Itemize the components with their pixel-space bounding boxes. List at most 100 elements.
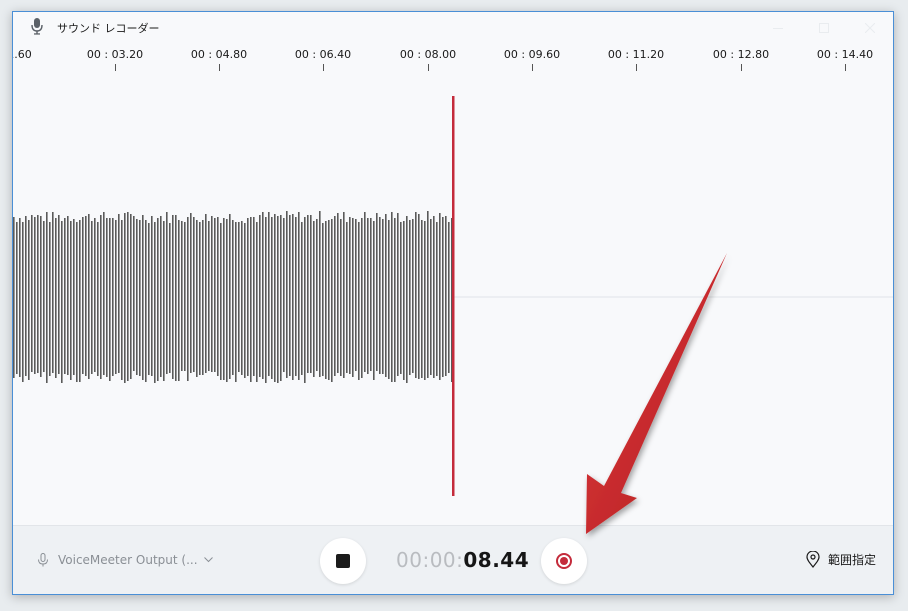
waveform-bar bbox=[241, 221, 243, 375]
waveform-bar bbox=[436, 222, 438, 376]
timer-value: 08.44 bbox=[463, 548, 530, 572]
waveform-bar bbox=[262, 212, 264, 379]
waveform-bar bbox=[445, 216, 447, 376]
tick-mark bbox=[218, 64, 220, 71]
waveform-bar bbox=[76, 222, 78, 382]
timeline-tick: 00 : 03.20 bbox=[70, 48, 160, 71]
waveform-bar bbox=[106, 218, 108, 377]
waveform-bar bbox=[19, 218, 21, 377]
stop-icon bbox=[336, 554, 350, 568]
waveform-bar bbox=[379, 217, 381, 374]
waveform-bar bbox=[208, 221, 210, 371]
waveform-bar bbox=[361, 218, 363, 378]
waveform-bar bbox=[238, 222, 240, 372]
tick-mark bbox=[427, 64, 429, 71]
waveform-bar bbox=[301, 222, 303, 375]
waveform-bar bbox=[169, 223, 171, 373]
waveform-bar bbox=[115, 220, 117, 374]
waveform-bar bbox=[25, 216, 27, 376]
close-button[interactable] bbox=[847, 12, 893, 44]
waveform-bar bbox=[322, 223, 324, 376]
playhead[interactable] bbox=[452, 96, 455, 496]
waveform-bar bbox=[247, 218, 249, 376]
waveform-bar bbox=[337, 213, 339, 373]
waveform-bar bbox=[295, 217, 297, 376]
tick-label: 00 : 14.40 bbox=[816, 48, 874, 61]
waveform-bar bbox=[433, 216, 435, 378]
app-title: サウンド レコーダー bbox=[57, 22, 160, 35]
waveform-bar bbox=[289, 215, 291, 376]
waveform-bar bbox=[118, 214, 120, 373]
maximize-button[interactable] bbox=[801, 12, 847, 44]
timeline-tick: 00 : 06.40 bbox=[278, 48, 368, 71]
waveform-bar bbox=[274, 214, 276, 382]
waveform-bar bbox=[358, 222, 360, 380]
input-device-selector[interactable]: VoiceMeeter Output (... bbox=[37, 553, 213, 567]
mark-range-button[interactable]: 範囲指定 bbox=[806, 551, 876, 568]
stop-button[interactable] bbox=[320, 538, 366, 584]
waveform-bar bbox=[22, 222, 24, 382]
minimize-icon bbox=[773, 28, 783, 29]
waveform-bar bbox=[58, 215, 60, 374]
waveform-bar bbox=[418, 214, 420, 379]
waveform-bar bbox=[46, 212, 48, 383]
waveform-bar bbox=[331, 219, 333, 382]
waveform-bar bbox=[28, 220, 30, 380]
minimize-button[interactable] bbox=[755, 12, 801, 44]
microphone-icon bbox=[38, 553, 48, 567]
waveform-bar bbox=[184, 222, 186, 371]
waveform-bar bbox=[133, 216, 135, 371]
waveform-bar bbox=[157, 218, 159, 381]
waveform-bar bbox=[100, 215, 102, 379]
timeline-ruler[interactable]: 01.60 00 : 03.20 00 : 04.80 00 : 06.40 0… bbox=[13, 48, 893, 88]
waveform-bar bbox=[304, 217, 306, 383]
waveform-bar bbox=[307, 215, 309, 373]
waveform-bar bbox=[439, 213, 441, 380]
waveform-bar bbox=[427, 211, 429, 378]
waveform-bar bbox=[373, 221, 375, 380]
control-bar: VoiceMeeter Output (... 00:00:08.44 範囲指定 bbox=[13, 525, 893, 594]
chevron-down-icon bbox=[203, 557, 213, 563]
waveform-bar bbox=[55, 218, 57, 378]
waveform-bar bbox=[82, 217, 84, 374]
waveform-bar bbox=[187, 217, 189, 381]
waveform-bar bbox=[316, 219, 318, 371]
waveform-bar bbox=[292, 214, 294, 380]
waveform-bar bbox=[151, 216, 153, 376]
record-dot bbox=[560, 557, 568, 565]
waveform-bar bbox=[121, 220, 123, 380]
waveform-bar bbox=[397, 213, 399, 376]
waveform-bar bbox=[286, 211, 288, 378]
waveform-bar bbox=[370, 218, 372, 371]
waveform-bar bbox=[217, 217, 219, 376]
mark-range-label: 範囲指定 bbox=[827, 553, 876, 567]
waveform-bar bbox=[388, 220, 390, 379]
waveform-bar bbox=[250, 217, 252, 382]
waveform-bar bbox=[400, 222, 402, 374]
waveform-bar bbox=[253, 217, 255, 376]
waveform-bar bbox=[448, 222, 450, 373]
waveform-bar bbox=[124, 213, 126, 383]
waveform-bar bbox=[211, 216, 213, 372]
waveform-bar bbox=[61, 221, 63, 383]
waveform-bar bbox=[313, 221, 315, 377]
waveform-bar bbox=[364, 212, 366, 372]
waveform-bar bbox=[13, 217, 15, 378]
tick-label: 00 : 12.80 bbox=[712, 48, 770, 61]
window-controls bbox=[755, 12, 893, 44]
tick-label: 00 : 06.40 bbox=[294, 48, 352, 61]
waveform-bar bbox=[409, 220, 411, 375]
waveform-bar bbox=[190, 213, 192, 373]
waveform-bar bbox=[193, 217, 195, 372]
tick-mark bbox=[844, 64, 846, 71]
waveform-bar bbox=[319, 211, 321, 377]
timeline-tick: 00 : 04.80 bbox=[174, 48, 264, 71]
waveform-bar bbox=[268, 212, 270, 376]
waveform-bar bbox=[160, 216, 162, 377]
waveform-area[interactable] bbox=[13, 96, 893, 526]
waveform-bar bbox=[88, 214, 90, 379]
waveform-bar bbox=[229, 214, 231, 379]
record-button[interactable] bbox=[541, 538, 587, 584]
timeline-tick: 00 : 12.80 bbox=[696, 48, 786, 71]
waveform-bar bbox=[85, 216, 87, 376]
